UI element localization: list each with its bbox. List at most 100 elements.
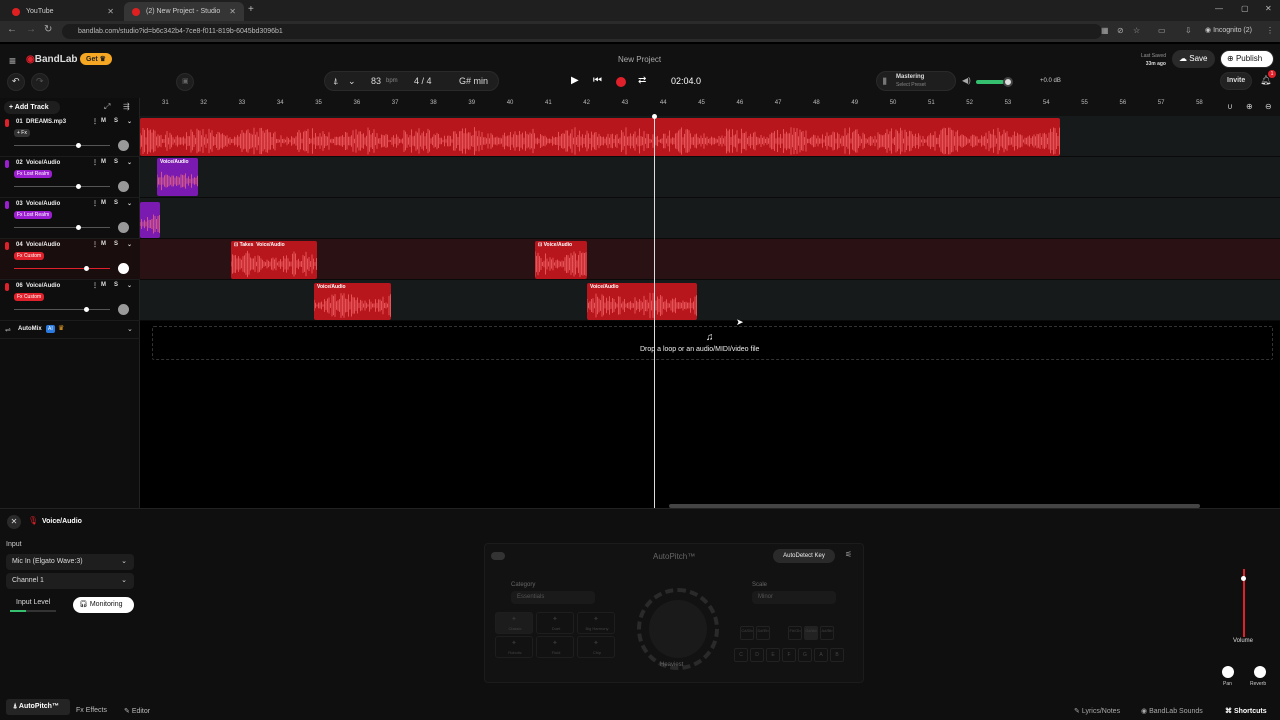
incognito-indicator[interactable]: ◉ Incognito (2) [1205,26,1252,34]
fx-badge[interactable]: + Fx [14,129,30,137]
lane-6[interactable]: Voice/Audio Voice/Audio [140,280,1280,321]
lane-2[interactable]: Voice/Audio [140,157,1280,198]
key-button[interactable]: C [734,648,748,662]
loop-icon[interactable]: ⇄ [638,75,646,86]
master-volume-knob[interactable] [1003,77,1013,87]
minimize-button[interactable]: — [1215,4,1223,13]
track-name[interactable]: 04 Voice/Audio [16,242,60,248]
fx-badge[interactable]: Fx Custom [14,293,45,301]
key-button[interactable]: F [782,648,796,662]
key-selector[interactable]: G# min [459,76,488,86]
track-row-6[interactable]: 06 Voice/Audio Fx Custom ⋮ M S ⌄ [0,280,140,321]
track-row-4[interactable]: 04 Voice/Audio Fx Custom ⋮ M S ⌄ [0,239,140,280]
tab-studio[interactable]: (2) New Project - Studio ✕ [124,2,244,21]
tab-shortcuts[interactable]: ⌘ Shortcuts [1225,707,1267,715]
key-button[interactable]: G#/Ab [804,626,818,640]
redo-button[interactable]: ↷ [31,73,49,91]
heaviness-knob[interactable] [649,600,707,658]
zoom-out-icon[interactable]: ⊖ [1265,102,1272,111]
more-icon[interactable]: ⋮ [92,241,98,248]
tab-autopitch[interactable]: ⍋ AutoPitch™ [6,699,70,715]
track-volume-fader[interactable] [14,184,110,189]
forward-icon[interactable]: → [26,24,36,35]
key-button[interactable]: F#/Gb [788,626,802,640]
bookmark-star-icon[interactable]: ☆ [1133,26,1140,35]
chevron-down-icon[interactable]: ⌄ [127,241,132,248]
channel-select[interactable]: Channel 1 ⌄ [6,573,134,589]
fx-badge[interactable]: Fx Lost Realm [14,170,53,178]
track-name[interactable]: 02 Voice/Audio [16,160,60,166]
key-button[interactable]: E [766,648,780,662]
track-name[interactable]: 03 Voice/Audio [16,201,60,207]
key-button[interactable]: D [750,648,764,662]
track-volume-fader[interactable] [14,225,110,230]
zoom-in-icon[interactable]: ⊕ [1246,102,1253,111]
track-name[interactable]: 01 DREAMS.mp3 [16,119,66,125]
chevron-down-icon[interactable]: ⌄ [127,200,132,207]
lane-1[interactable] [140,116,1280,157]
effect-preset-big-harmony[interactable]: ✦ Big Harmony [577,612,615,634]
maximize-button[interactable]: ▢ [1241,4,1249,13]
track-pan-knob[interactable] [118,263,129,274]
mute-button[interactable]: M [101,118,106,124]
extension-icon[interactable]: ▦ [1101,26,1109,35]
undo-button[interactable]: ↶ [7,73,25,91]
track-row-3[interactable]: 03 Voice/Audio Fx Lost Realm ⋮ M S ⌄ [0,198,140,239]
url-input[interactable]: bandlab.com/studio?id=b6c342b4-7ce8-f011… [62,24,1102,39]
chevron-down-icon[interactable]: ⌄ [127,159,132,166]
tab-effects[interactable]: Fx Effects [76,707,107,714]
mastering-preset-button[interactable]: ⫼ Mastering Select Preset [876,71,956,91]
downloads-icon[interactable]: ⇩ [1185,26,1192,35]
sliders-icon[interactable]: ⚟ [845,550,852,559]
track-lanes[interactable]: Voice/Audio ⊡ Takes Voice/Audio ⊡ Voice/… [140,116,1280,508]
timeline-ruler[interactable]: 31 32 33 34 35 36 37 38 39 40 41 42 43 44 45 46 47 48 49 50… [140,98,1280,116]
new-tab-button[interactable]: + [248,4,254,15]
audio-clip[interactable] [140,202,160,238]
track-pan-knob[interactable] [118,222,129,233]
key-button[interactable]: D#/Eb [756,626,770,640]
scale-select[interactable]: Minor [752,591,836,604]
tab-youtube[interactable]: YouTube ✕ [4,2,122,21]
speaker-icon[interactable]: ◀) [962,76,971,85]
more-icon[interactable]: ⋮ [92,118,98,125]
solo-button[interactable]: S [114,200,118,206]
key-button[interactable]: B [830,648,844,662]
audio-clip[interactable]: Voice/Audio [587,283,697,320]
mute-button[interactable]: M [101,159,106,165]
mixer-icon[interactable]: ⇶ [123,102,130,111]
input-device-select[interactable]: Mic In (Elgato Wave:3) ⌄ [6,554,134,570]
bpm-value[interactable]: 83 [371,76,381,86]
drop-zone[interactable]: ♫ Drop a loop or an audio/MIDI/video fil… [152,326,1273,360]
effect-preset-fluid[interactable]: ✦ Fluid [536,636,574,658]
chevron-down-icon[interactable]: ⌄ [348,76,356,87]
close-panel-button[interactable]: ✕ [7,515,21,529]
lane-3[interactable] [140,198,1280,239]
more-icon[interactable]: ⋮ [92,159,98,166]
pan-knob[interactable] [1222,666,1234,678]
plugin-power-toggle[interactable] [491,552,505,560]
track-volume-fader[interactable] [14,143,110,148]
master-volume-slider[interactable] [976,80,1004,84]
get-membership-button[interactable]: Get ♛ [80,53,112,65]
play-icon[interactable]: ▶ [571,75,579,86]
cycle-button[interactable]: ▣ [176,73,194,91]
track-pan-knob[interactable] [118,140,129,151]
playhead[interactable] [652,114,657,508]
chevron-down-icon[interactable]: ⌄ [127,282,132,289]
solo-button[interactable]: S [114,118,118,124]
lane-4[interactable]: ⊡ Takes Voice/Audio ⊡ Voice/Audio [140,239,1280,280]
cast-icon[interactable]: ▭ [1158,26,1166,35]
hamburger-menu-icon[interactable]: ≡ [9,54,16,68]
more-icon[interactable]: ⋮ [92,282,98,289]
audio-clip[interactable]: Voice/Audio [314,283,391,320]
eye-off-icon[interactable]: ⊘ [1117,26,1124,35]
key-button[interactable]: C#/Db [740,626,754,640]
publish-button[interactable]: ⊕ Publish [1220,50,1274,68]
solo-button[interactable]: S [114,159,118,165]
audio-clip[interactable] [140,118,1060,156]
audio-clip[interactable]: Voice/Audio [157,158,198,196]
more-icon[interactable]: ⋮ [92,200,98,207]
tab-lyrics[interactable]: ✎ Lyrics/Notes [1074,707,1120,715]
mute-button[interactable]: M [101,200,106,206]
key-button[interactable]: A#/Bb [820,626,834,640]
